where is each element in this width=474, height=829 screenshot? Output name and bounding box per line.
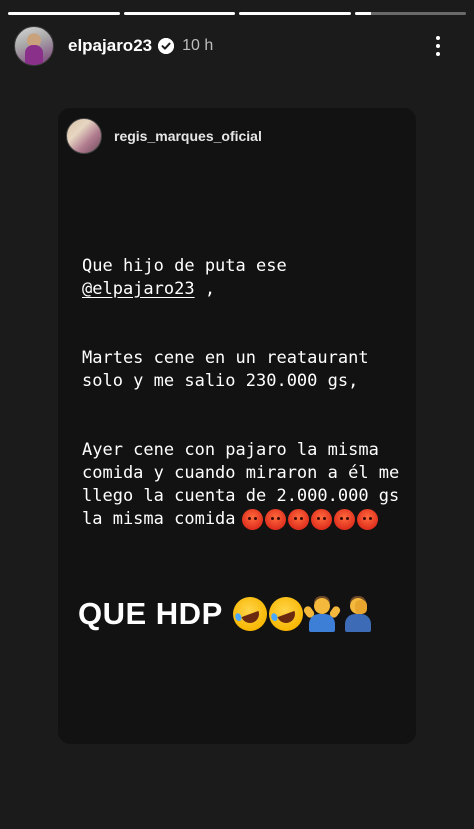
post-time: 10 h bbox=[182, 37, 214, 54]
big-caption: QUE HDP bbox=[78, 592, 375, 636]
rolling-laughing-emoji-icon bbox=[227, 592, 272, 636]
story-progress-segment bbox=[8, 12, 120, 15]
progress-fill bbox=[239, 12, 351, 15]
progress-fill bbox=[123, 12, 235, 15]
angry-face-emoji-icon bbox=[310, 508, 332, 530]
story-progress-segment bbox=[354, 12, 466, 15]
story-progress-bars bbox=[8, 12, 466, 15]
verified-badge-icon bbox=[158, 38, 175, 54]
shared-post-card[interactable]: regis_marques_oficial Que hijo de puta e… bbox=[58, 108, 416, 744]
more-vertical-icon[interactable] bbox=[428, 34, 448, 58]
angry-face-emoji-icon bbox=[287, 508, 309, 530]
story-progress-segment bbox=[239, 12, 351, 15]
angry-emoji-row bbox=[241, 508, 378, 530]
angry-face-emoji-icon bbox=[241, 508, 263, 530]
angry-face-emoji-icon bbox=[333, 508, 355, 530]
shared-post-text: Que hijo de puta ese @elpajaro23 , Martes… bbox=[82, 232, 412, 577]
user-avatar[interactable] bbox=[14, 26, 54, 66]
story-progress-segment bbox=[123, 12, 235, 15]
progress-fill bbox=[354, 12, 372, 15]
story-screen: elpajaro23 10 h regis_marques_oficial Qu… bbox=[0, 0, 474, 829]
rolling-laughing-emoji-icon bbox=[263, 592, 308, 636]
big-caption-text: QUE HDP bbox=[78, 596, 223, 631]
mention-suffix: , bbox=[194, 279, 216, 299]
person-shrugging-emoji-icon bbox=[302, 596, 342, 632]
person-facepalming-emoji-icon bbox=[341, 596, 375, 632]
big-emoji-row bbox=[227, 592, 375, 636]
angry-face-emoji-icon bbox=[264, 508, 286, 530]
shared-post-username[interactable]: regis_marques_oficial bbox=[114, 128, 262, 144]
text-paragraph-2: Martes cene en un reataurant solo y me s… bbox=[82, 348, 369, 391]
text-line1: Que hijo de puta ese bbox=[82, 256, 287, 276]
username[interactable]: elpajaro23 bbox=[68, 36, 152, 56]
progress-fill bbox=[8, 12, 120, 15]
mention-link[interactable]: @elpajaro23 bbox=[82, 279, 195, 299]
shared-post-avatar[interactable] bbox=[66, 118, 102, 154]
angry-face-emoji-icon bbox=[356, 508, 378, 530]
story-header: elpajaro23 10 h bbox=[14, 26, 460, 66]
shared-post-header: regis_marques_oficial bbox=[66, 118, 262, 154]
